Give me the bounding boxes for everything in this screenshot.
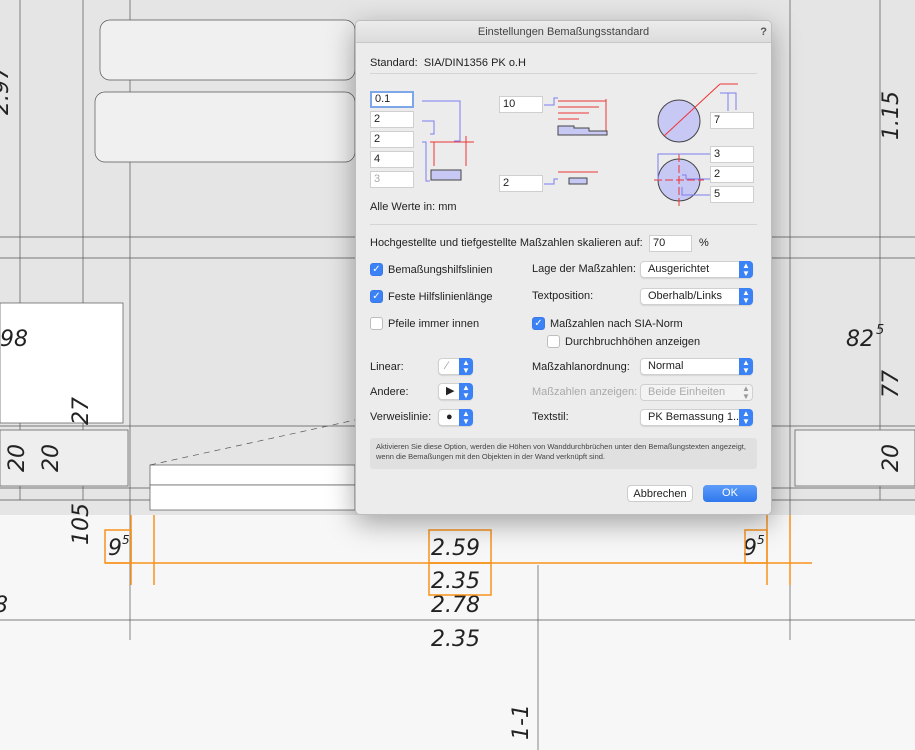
dot-marker-icon: ●	[446, 411, 453, 423]
cad-label: 9	[108, 536, 122, 561]
verweis-label: Verweislinie:	[370, 411, 432, 423]
cad-label: 5	[122, 533, 130, 547]
cad-label: 82	[846, 327, 874, 352]
ok-button[interactable]: OK	[703, 485, 757, 502]
standard-label: Standard:	[370, 57, 418, 69]
checkbox-checked-icon: ✓	[370, 263, 383, 276]
fixed-length-checkbox[interactable]: ✓ Feste Hilfslinienlänge	[370, 290, 493, 303]
cad-label: 77	[879, 370, 904, 398]
cad-label: 1.15	[879, 91, 904, 140]
checkbox-label: Maßzahlen nach SIA-Norm	[550, 317, 683, 330]
chevron-updown-icon: ▲ ▼	[742, 384, 750, 401]
sia-norm-checkbox[interactable]: ✓ Maßzahlen nach SIA-Norm	[532, 317, 683, 330]
extension-lines-checkbox[interactable]: ✓ Bemaßungshilfslinien	[370, 263, 493, 276]
textpos-label: Textposition:	[532, 290, 594, 302]
dialog-title: Einstellungen Bemaßungsstandard	[477, 26, 650, 38]
dimension-standard-dialog: Einstellungen Bemaßungsstandard ? Standa…	[355, 20, 772, 515]
select-value: Oberhalb/Links	[648, 290, 722, 302]
anzeigen-label: Maßzahlen anzeigen:	[532, 386, 638, 398]
leader-marker-select[interactable]: ● ▲ ▼	[438, 409, 473, 426]
scale-input[interactable]: 70	[649, 235, 692, 252]
chevron-updown-icon: ▲ ▼	[459, 409, 473, 426]
chevron-updown-icon: ▲ ▼	[739, 409, 753, 426]
lage-label: Lage der Maßzahlen:	[532, 263, 636, 275]
cad-label: 8	[0, 593, 8, 618]
linear-marker-select[interactable]: ⁄ ▲ ▼	[438, 358, 473, 375]
cad-label: 20	[39, 444, 64, 472]
cad-label: 5	[876, 323, 884, 338]
cad-label: 98	[0, 327, 28, 352]
checkbox-label: Pfeile immer innen	[388, 317, 480, 330]
anordnung-select[interactable]: Normal ▲ ▼	[640, 358, 753, 375]
cad-label: 2.35	[431, 569, 480, 594]
standard-value: SIA/DIN1356 PK o.H	[423, 57, 526, 69]
checkbox-label: Bemaßungshilfslinien	[388, 263, 493, 276]
checkbox-label: Feste Hilfslinienlänge	[388, 290, 493, 303]
select-value: PK Bemassung 1...	[648, 411, 743, 423]
linear-label: Linear:	[370, 361, 404, 373]
chevron-updown-icon: ▲ ▼	[459, 358, 473, 375]
cad-label: 20	[879, 444, 904, 472]
select-value: Normal	[648, 360, 684, 372]
select-value: Beide Einheiten	[648, 386, 726, 398]
lage-select[interactable]: Ausgerichtet ▲ ▼	[640, 261, 753, 278]
chevron-updown-icon: ▲ ▼	[739, 261, 753, 278]
scale-unit: %	[699, 237, 709, 249]
fixed-length-input: 3	[370, 171, 414, 188]
chevron-updown-icon: ▲ ▼	[739, 288, 753, 305]
checkbox-checked-icon: ✓	[532, 317, 545, 330]
textstil-select[interactable]: PK Bemassung 1... ▲ ▼	[640, 409, 753, 426]
chain-spacing-input[interactable]: 10	[499, 96, 543, 113]
cad-label: 20	[5, 444, 30, 472]
text-offset-input[interactable]: 0.1	[370, 91, 414, 108]
anordnung-label: Maßzahlanordnung:	[532, 361, 630, 373]
slash-marker-icon: ⁄	[446, 360, 448, 372]
chevron-updown-icon: ▲ ▼	[459, 383, 473, 400]
cad-label: 1-1	[509, 704, 534, 740]
units-label: Alle Werte in: mm	[370, 201, 457, 213]
help-icon[interactable]: ?	[760, 21, 767, 43]
cad-label: 5	[757, 533, 765, 547]
checkbox-unchecked-icon	[547, 335, 560, 348]
other-marker-select[interactable]: ▶ ▲ ▼	[438, 383, 473, 400]
cad-label: 27	[69, 397, 94, 425]
chain-dimension-diagram	[544, 97, 608, 185]
arrow-marker-icon: ▶	[446, 385, 455, 397]
cad-label: 2.97	[0, 66, 14, 115]
chevron-updown-icon: ▲ ▼	[739, 358, 753, 375]
cad-label: 2.59	[431, 536, 480, 561]
help-hint-text: Aktivieren Sie diese Option, werden die …	[370, 438, 757, 469]
radial-dimension-diagram	[654, 83, 738, 206]
dialog-title-bar[interactable]: Einstellungen Bemaßungsstandard ?	[356, 21, 771, 43]
checkbox-checked-icon: ✓	[370, 290, 383, 303]
scale-label: Hochgestellte und tiefgestellte Maßzahle…	[370, 237, 643, 249]
arrows-inside-checkbox[interactable]: Pfeile immer innen	[370, 317, 479, 330]
textpos-select[interactable]: Oberhalb/Links ▲ ▼	[640, 288, 753, 305]
cad-label: 2.35	[431, 627, 480, 652]
small-gap-input[interactable]: 2	[499, 175, 543, 192]
cad-label: 2.78	[431, 593, 480, 618]
cad-label: 105	[69, 503, 94, 545]
extension-gap-input[interactable]: 2	[370, 111, 414, 128]
select-value: Ausgerichtet	[648, 263, 710, 275]
extension-length-input[interactable]: 4	[370, 151, 414, 168]
cancel-button[interactable]: Abbrechen	[627, 485, 693, 502]
opening-heights-checkbox[interactable]: Durchbruchhöhen anzeigen	[547, 335, 700, 348]
anzeigen-select: Beide Einheiten ▲ ▼	[640, 384, 753, 401]
checkbox-label: Durchbruchhöhen anzeigen	[565, 335, 701, 348]
andere-label: Andere:	[370, 386, 409, 398]
linear-dimension-diagram	[422, 100, 474, 182]
extension-overshoot-input[interactable]: 2	[370, 131, 414, 148]
textstil-label: Textstil:	[532, 411, 569, 423]
checkbox-unchecked-icon	[370, 317, 383, 330]
